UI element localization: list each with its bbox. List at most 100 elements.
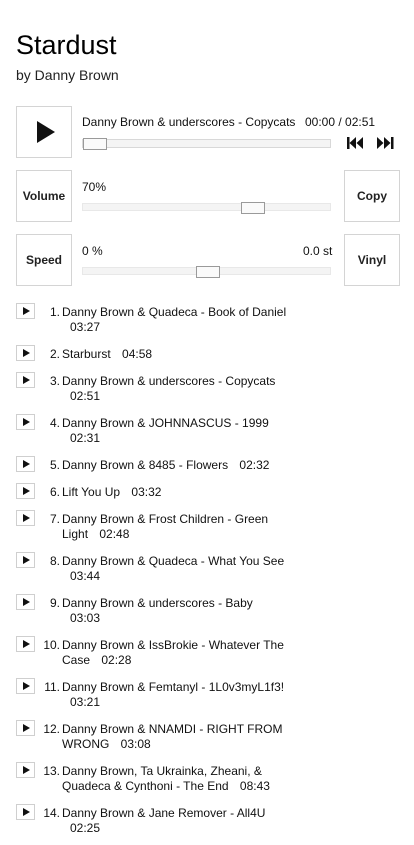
track-play-button[interactable] — [16, 678, 35, 694]
track-info[interactable]: Danny Brown & JOHNNASCUS - 1999 02:31 — [62, 416, 292, 446]
track-number: 14. — [43, 806, 60, 820]
play-icon — [23, 682, 30, 690]
track-duration: 02:51 — [70, 389, 101, 403]
album-title: Stardust — [16, 30, 117, 60]
track-info[interactable]: Danny Brown & Quadeca - Book of Daniel 0… — [62, 305, 292, 335]
track-title: Danny Brown & underscores - Baby — [62, 596, 253, 610]
seek-bar[interactable] — [82, 138, 331, 150]
previous-track-button[interactable] — [347, 137, 365, 149]
track-play-button[interactable] — [16, 762, 35, 778]
track-duration: 02:32 — [239, 458, 270, 472]
speed-value: 0 % — [82, 244, 103, 258]
track-play-button[interactable] — [16, 345, 35, 361]
speed-button[interactable]: Speed — [16, 234, 72, 286]
play-icon — [23, 808, 30, 816]
track-title: Danny Brown & Frost Children - Green Lig… — [62, 512, 269, 541]
track-play-button[interactable] — [16, 510, 35, 526]
volume-button[interactable]: Volume — [16, 170, 72, 222]
track-number: 2. — [49, 347, 60, 361]
play-icon — [23, 349, 30, 357]
volume-knob[interactable] — [241, 202, 265, 214]
play-icon — [23, 418, 30, 426]
track-info[interactable]: Danny Brown, Ta Ukrainka, Zheani, & Quad… — [62, 764, 292, 794]
track-number: 11. — [44, 680, 60, 694]
track-play-button[interactable] — [16, 720, 35, 736]
track-title: Danny Brown & JOHNNASCUS - 1999 — [62, 416, 269, 430]
track-info[interactable]: Lift You Up 03:32 — [62, 485, 292, 500]
play-icon — [23, 514, 30, 522]
track-info[interactable]: Danny Brown & 8485 - Flowers 02:32 — [62, 458, 292, 473]
track-number: 8. — [49, 554, 60, 568]
track-duration: 03:27 — [70, 320, 101, 334]
copy-button[interactable]: Copy — [344, 170, 400, 222]
playback-time: 00:00 / 02:51 — [305, 115, 376, 129]
track-duration: 02:48 — [99, 527, 130, 541]
track-play-button[interactable] — [16, 636, 35, 652]
track-number: 7. — [49, 512, 60, 526]
speed-slider[interactable] — [82, 266, 331, 278]
volume-value: 70% — [82, 180, 107, 194]
track-play-button[interactable] — [16, 414, 35, 430]
track-duration: 08:43 — [239, 779, 270, 793]
track-duration: 03:08 — [120, 737, 151, 751]
speed-knob[interactable] — [196, 266, 220, 278]
track-title: Danny Brown & NNAMDI - RIGHT FROM WRONG — [62, 722, 283, 751]
track-title: Danny Brown & Femtanyl - 1L0v3myL1f3! — [62, 680, 285, 694]
skip-next-icon — [377, 137, 394, 149]
play-icon — [23, 598, 30, 606]
track-duration: 03:03 — [70, 611, 101, 625]
skip-previous-icon — [347, 137, 363, 149]
track-number: 5. — [49, 458, 60, 472]
track-info[interactable]: Danny Brown & Femtanyl - 1L0v3myL1f3! 03… — [62, 680, 292, 710]
play-icon — [23, 460, 30, 468]
semitone-value: 0.0 st — [303, 244, 333, 258]
play-icon — [23, 487, 30, 495]
track-info[interactable]: Danny Brown & underscores - Copycats 02:… — [62, 374, 292, 404]
volume-slider[interactable] — [82, 202, 331, 214]
track-title: Danny Brown, Ta Ukrainka, Zheani, & Quad… — [62, 764, 262, 793]
track-duration: 03:21 — [70, 695, 101, 709]
track-play-button[interactable] — [16, 552, 35, 568]
track-info[interactable]: Danny Brown & underscores - Baby 03:03 — [62, 596, 292, 626]
track-title: Danny Brown & Quadeca - Book of Daniel — [62, 305, 287, 319]
seek-knob[interactable] — [83, 138, 107, 150]
track-play-button[interactable] — [16, 804, 35, 820]
next-track-button[interactable] — [376, 137, 394, 149]
play-button[interactable] — [16, 106, 72, 158]
track-info[interactable]: Danny Brown & Jane Remover - All4U 02:25 — [62, 806, 292, 836]
track-title: Danny Brown & underscores - Copycats — [62, 374, 276, 388]
track-info[interactable]: Danny Brown & Quadeca - What You See 03:… — [62, 554, 292, 584]
track-play-button[interactable] — [16, 372, 35, 388]
track-info[interactable]: Starburst 04:58 — [62, 347, 292, 362]
track-number: 12. — [43, 722, 60, 736]
track-duration: 04:58 — [122, 347, 153, 361]
play-icon — [23, 556, 30, 564]
play-icon — [37, 121, 55, 143]
vinyl-button[interactable]: Vinyl — [344, 234, 400, 286]
album-artist: by Danny Brown — [16, 67, 119, 83]
track-title: Starburst — [62, 347, 111, 361]
track-play-button[interactable] — [16, 303, 35, 319]
track-number: 9. — [49, 596, 60, 610]
track-duration: 03:44 — [70, 569, 101, 583]
now-playing-title: Danny Brown & underscores - Copycats — [82, 115, 296, 129]
track-play-button[interactable] — [16, 594, 35, 610]
track-info[interactable]: Danny Brown & NNAMDI - RIGHT FROM WRONG … — [62, 722, 292, 752]
track-info[interactable]: Danny Brown & Frost Children - Green Lig… — [62, 512, 292, 542]
track-number: 10. — [43, 638, 60, 652]
play-icon — [23, 766, 30, 774]
track-info[interactable]: Danny Brown & IssBrokie - Whatever The C… — [62, 638, 292, 668]
track-duration: 02:25 — [70, 821, 101, 835]
track-title: Lift You Up — [62, 485, 121, 499]
play-icon — [23, 307, 30, 315]
play-icon — [23, 724, 30, 732]
track-number: 6. — [49, 485, 60, 499]
track-play-button[interactable] — [16, 456, 35, 472]
track-number: 13. — [43, 764, 60, 778]
track-number: 4. — [49, 416, 60, 430]
track-number: 3. — [49, 374, 60, 388]
track-play-button[interactable] — [16, 483, 35, 499]
track-duration: 02:31 — [70, 431, 101, 445]
track-title: Danny Brown & IssBrokie - Whatever The C… — [62, 638, 284, 667]
track-duration: 02:28 — [101, 653, 132, 667]
